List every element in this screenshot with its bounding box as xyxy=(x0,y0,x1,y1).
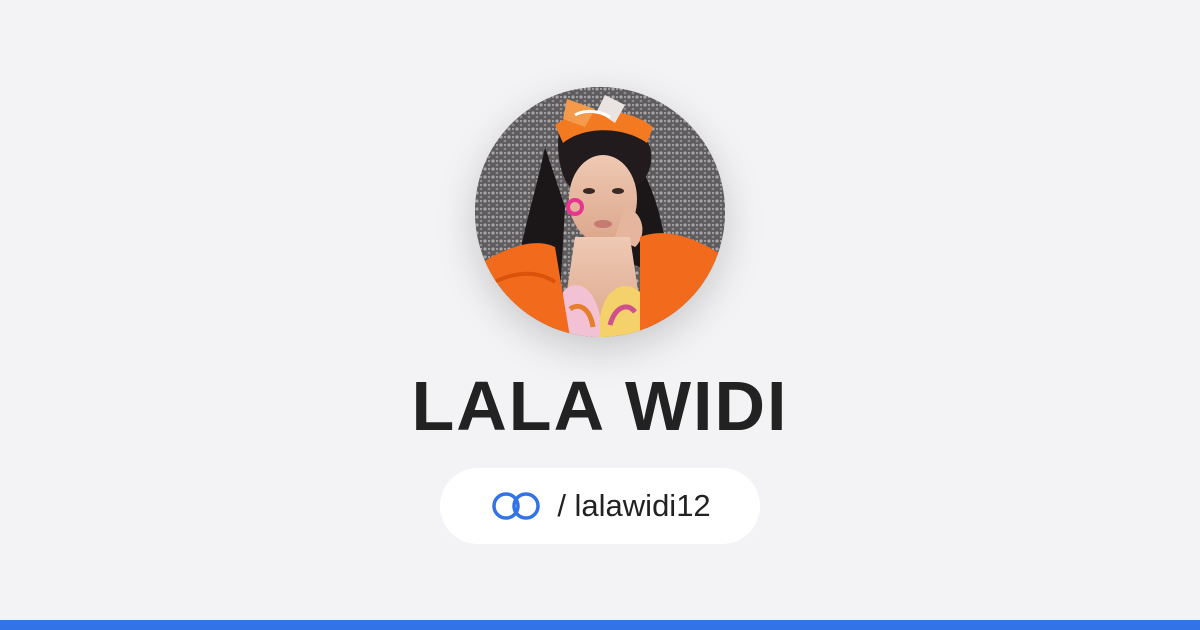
profile-card: LALA WIDI / lalawidi12 xyxy=(0,0,1200,620)
profile-name: LALA WIDI xyxy=(411,367,789,445)
avatar-photo xyxy=(475,87,725,337)
linked-rings-icon xyxy=(492,492,541,520)
profile-handle: / lalawidi12 xyxy=(557,488,711,523)
accent-bottom-bar xyxy=(0,620,1200,630)
profile-handle-pill[interactable]: / lalawidi12 xyxy=(440,468,760,544)
profile-avatar xyxy=(475,87,725,337)
